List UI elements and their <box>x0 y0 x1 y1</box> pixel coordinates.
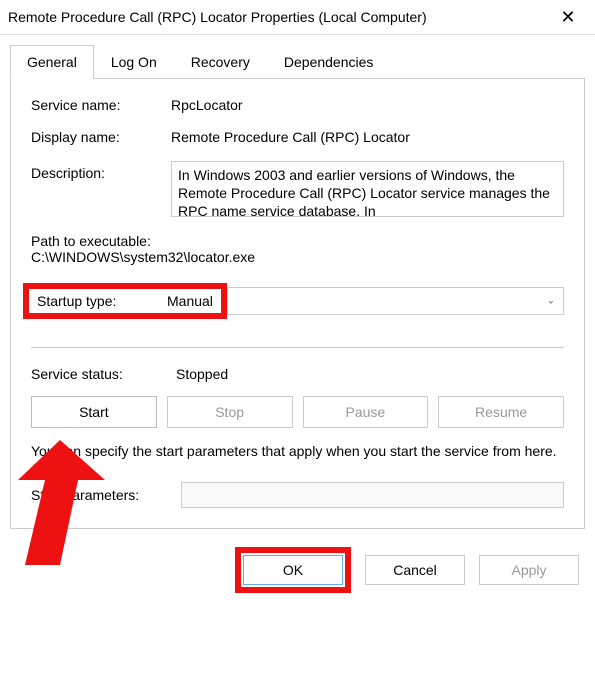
highlight-ok: OK <box>235 547 351 593</box>
pause-button: Pause <box>303 396 429 428</box>
label-service-status: Service status: <box>31 366 176 382</box>
dialog-footer: OK Cancel Apply <box>0 529 595 601</box>
label-startup-type: Startup type: <box>37 293 167 309</box>
ok-button[interactable]: OK <box>243 555 343 585</box>
tab-panel-general: Service name: RpcLocator Display name: R… <box>10 78 585 529</box>
stop-button: Stop <box>167 396 293 428</box>
tab-general[interactable]: General <box>10 45 94 79</box>
close-icon[interactable]: ✕ <box>545 8 591 26</box>
value-service-status: Stopped <box>176 366 228 382</box>
cancel-button[interactable]: Cancel <box>365 555 465 585</box>
label-description: Description: <box>31 161 171 181</box>
description-textbox[interactable]: In Windows 2003 and earlier versions of … <box>171 161 564 217</box>
value-startup-type: Manual <box>167 293 213 309</box>
separator <box>31 347 564 348</box>
label-service-name: Service name: <box>31 97 171 113</box>
tab-dependencies[interactable]: Dependencies <box>267 45 391 79</box>
value-service-name: RpcLocator <box>171 97 564 113</box>
tab-logon[interactable]: Log On <box>94 45 174 79</box>
title-bar: Remote Procedure Call (RPC) Locator Prop… <box>0 0 595 35</box>
label-display-name: Display name: <box>31 129 171 145</box>
start-button[interactable]: Start <box>31 396 157 428</box>
resume-button: Resume <box>438 396 564 428</box>
value-display-name: Remote Procedure Call (RPC) Locator <box>171 129 564 145</box>
window-title: Remote Procedure Call (RPC) Locator Prop… <box>8 9 427 25</box>
startup-type-dropdown[interactable]: ⌄ <box>227 287 564 315</box>
hint-text: You can specify the start parameters tha… <box>31 442 564 462</box>
label-start-parameters: Start parameters: <box>31 487 181 503</box>
start-parameters-input <box>181 482 564 508</box>
value-path: C:\WINDOWS\system32\locator.exe <box>31 249 564 265</box>
highlight-startup-type: Startup type: Manual <box>23 283 227 319</box>
tab-recovery[interactable]: Recovery <box>174 45 267 79</box>
apply-button: Apply <box>479 555 579 585</box>
tab-strip: General Log On Recovery Dependencies <box>10 45 585 79</box>
chevron-down-icon: ⌄ <box>547 296 555 307</box>
label-path: Path to executable: <box>31 233 564 249</box>
